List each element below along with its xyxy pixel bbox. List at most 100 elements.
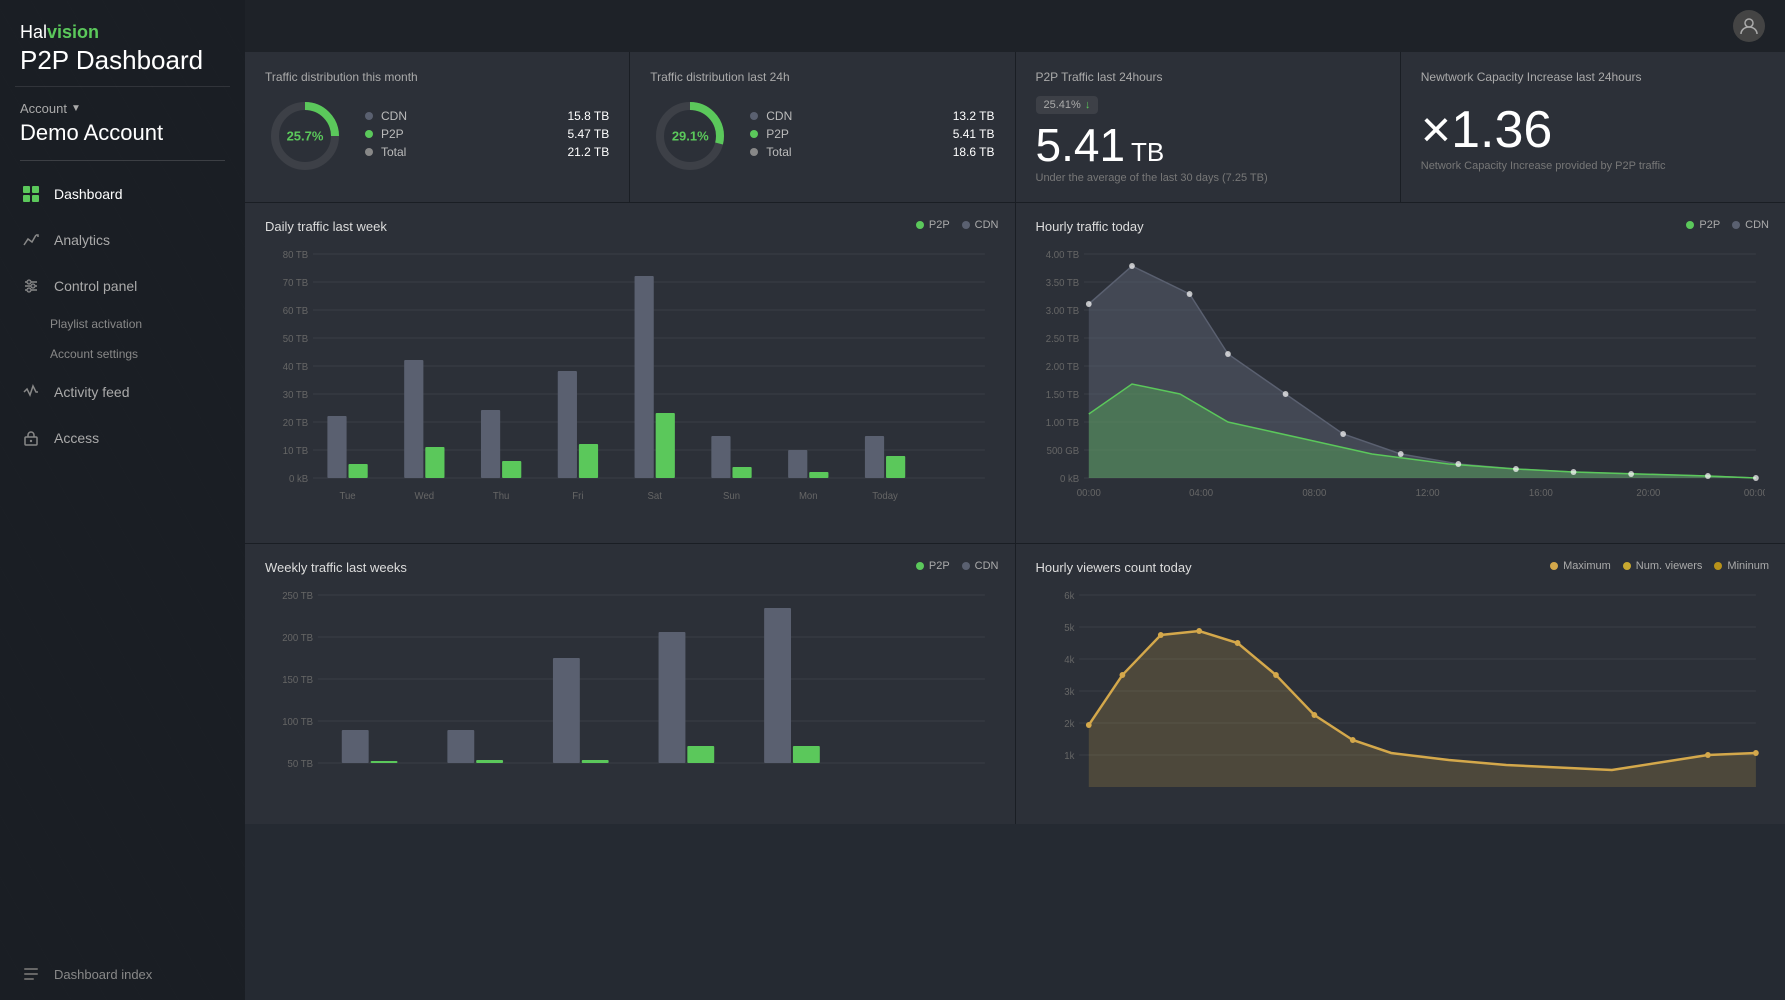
p2p-unit: TB [1131, 137, 1164, 168]
dashboard-label: Dashboard [54, 186, 123, 202]
donut-2-legend: CDN 13.2 TB P2P 5.41 TB Total 18.6 TB [750, 109, 994, 163]
hourly-chart-legend: P2P CDN [1686, 219, 1769, 231]
sidebar-item-analytics[interactable]: Analytics [0, 217, 245, 263]
legend-total-1: Total 21.2 TB [365, 145, 609, 159]
access-icon [20, 427, 42, 449]
svg-text:60 TB: 60 TB [283, 306, 309, 317]
svg-text:50 TB: 50 TB [288, 759, 314, 770]
traffic-this-month-card: Traffic distribution this month 25.7% CD… [245, 52, 629, 202]
account-arrow: ▼ [71, 103, 81, 114]
svg-text:6k: 6k [1064, 591, 1074, 602]
app-title: P2P Dashboard [20, 45, 225, 76]
control-panel-label: Control panel [54, 278, 137, 294]
nav-section: Dashboard Analytics [0, 161, 245, 948]
svg-text:Today: Today [872, 491, 898, 502]
svg-text:Thu: Thu [493, 491, 510, 502]
p2p-badge-icon: ↓ [1085, 99, 1091, 111]
hourly-traffic-title: Hourly traffic today [1036, 219, 1766, 234]
legend-max: Maximum [1550, 560, 1611, 572]
svg-text:Sat: Sat [647, 491, 662, 502]
svg-text:00:00: 00:00 [1076, 488, 1101, 499]
svg-text:30 TB: 30 TB [283, 390, 309, 401]
legend-p2p-weekly: P2P [916, 560, 950, 572]
account-dropdown[interactable]: Account ▼ [20, 101, 225, 116]
svg-text:200 TB: 200 TB [282, 633, 313, 644]
traffic-last-24h-card: Traffic distribution last 24h 29.1% CDN [630, 52, 1014, 202]
account-label-text: Account [20, 101, 67, 116]
p2p-traffic-title: P2P Traffic last 24hours [1036, 70, 1380, 84]
activity-feed-label: Activity feed [54, 384, 129, 400]
activity-feed-icon [20, 381, 42, 403]
dashboard-index-label: Dashboard index [54, 967, 152, 982]
legend-num-viewers: Num. viewers [1623, 560, 1703, 572]
hourly-viewers-chart-card: Hourly viewers count today Maximum Num. … [1016, 544, 1785, 824]
weekly-traffic-chart-card: Weekly traffic last weeks P2P CDN [245, 544, 1015, 824]
svg-text:16:00: 16:00 [1528, 488, 1553, 499]
stats-row: Traffic distribution this month 25.7% CD… [245, 52, 1785, 203]
sidebar-item-account-settings[interactable]: Account settings [0, 339, 245, 369]
hourly-area-chart: 4.00 TB 3.50 TB 3.00 TB 2.50 TB 2.00 TB … [1036, 244, 1766, 524]
svg-text:3.00 TB: 3.00 TB [1045, 306, 1079, 317]
user-avatar[interactable] [1733, 10, 1765, 42]
sidebar-item-dashboard-index[interactable]: Dashboard index [20, 963, 225, 985]
legend-cdn-1: CDN 15.8 TB [365, 109, 609, 123]
p2p-value: 5.41 [1036, 122, 1126, 168]
hourly-traffic-chart-card: Hourly traffic today P2P CDN [1016, 203, 1785, 543]
sidebar-item-access[interactable]: Access [0, 415, 245, 461]
logo-vision: vision [47, 22, 99, 42]
sidebar-item-dashboard[interactable]: Dashboard [0, 171, 245, 217]
p2p-traffic-card: P2P Traffic last 24hours 25.41% ↓ 5.41 T… [1016, 52, 1400, 202]
svg-text:70 TB: 70 TB [283, 278, 309, 289]
svg-text:00:00: 00:00 [1743, 488, 1765, 499]
svg-text:4k: 4k [1064, 655, 1074, 666]
legend-cdn-weekly: CDN [962, 560, 999, 572]
net-cap-sub: Network Capacity Increase provided by P2… [1421, 160, 1765, 172]
legend-total-2: Total 18.6 TB [750, 145, 994, 159]
svg-text:80 TB: 80 TB [283, 250, 309, 261]
svg-text:5k: 5k [1064, 623, 1074, 634]
svg-text:100 TB: 100 TB [282, 717, 313, 728]
daily-traffic-title: Daily traffic last week [265, 219, 995, 234]
net-cap-title: Newtwork Capacity Increase last 24hours [1421, 70, 1765, 84]
net-cap-value: ×1.36 [1421, 104, 1765, 156]
bottom-charts-row: Weekly traffic last weeks P2P CDN [245, 544, 1785, 824]
svg-text:4.00 TB: 4.00 TB [1045, 250, 1079, 261]
svg-text:3k: 3k [1064, 687, 1074, 698]
legend-cdn-hourly: CDN [1732, 219, 1769, 231]
p2p-badge: 25.41% ↓ [1036, 96, 1099, 114]
weekly-chart-legend: P2P CDN [916, 560, 999, 572]
svg-text:1.00 TB: 1.00 TB [1045, 418, 1079, 429]
sidebar-bottom: Dashboard index [0, 948, 245, 1000]
sidebar-item-control-panel[interactable]: Control panel [0, 263, 245, 309]
donut-chart-2: 29.1% [650, 96, 730, 176]
daily-chart-legend: P2P CDN [916, 219, 999, 231]
middle-charts-row: Daily traffic last week P2P CDN [245, 203, 1785, 544]
access-label: Access [54, 430, 99, 446]
p2p-sub: Under the average of the last 30 days (7… [1036, 172, 1380, 184]
legend-p2p-daily: P2P [916, 219, 950, 231]
weekly-bar-chart: 250 TB 200 TB 150 TB 100 TB 50 TB [265, 585, 995, 805]
svg-text:20 TB: 20 TB [283, 418, 309, 429]
dashboard-content: Traffic distribution this month 25.7% CD… [245, 52, 1785, 1000]
svg-text:0 kB: 0 kB [289, 474, 309, 485]
traffic-last-24h-title: Traffic distribution last 24h [650, 70, 994, 84]
donut-1-legend: CDN 15.8 TB P2P 5.47 TB Total 21.2 TB [365, 109, 609, 163]
sidebar-item-activity-feed[interactable]: Activity feed [0, 369, 245, 415]
logo-text: Halvision [20, 22, 225, 43]
hourly-viewers-chart: 6k 5k 4k 3k 2k 1k [1036, 585, 1766, 805]
net-cap-card: Newtwork Capacity Increase last 24hours … [1401, 52, 1785, 202]
account-name: Demo Account [20, 120, 225, 146]
logo-area: Halvision P2P Dashboard [0, 0, 245, 86]
svg-text:12:00: 12:00 [1415, 488, 1440, 499]
daily-traffic-chart-card: Daily traffic last week P2P CDN [245, 203, 1015, 543]
legend-p2p-2: P2P 5.41 TB [750, 127, 994, 141]
svg-text:40 TB: 40 TB [283, 362, 309, 373]
hourly-viewers-legend: Maximum Num. viewers Mininum [1550, 560, 1769, 572]
analytics-label: Analytics [54, 232, 110, 248]
svg-text:2k: 2k [1064, 719, 1074, 730]
analytics-icon [20, 229, 42, 251]
legend-p2p-1: P2P 5.47 TB [365, 127, 609, 141]
svg-text:1.50 TB: 1.50 TB [1045, 390, 1079, 401]
legend-min: Mininum [1714, 560, 1769, 572]
sidebar-item-playlist-activation[interactable]: Playlist activation [0, 309, 245, 339]
